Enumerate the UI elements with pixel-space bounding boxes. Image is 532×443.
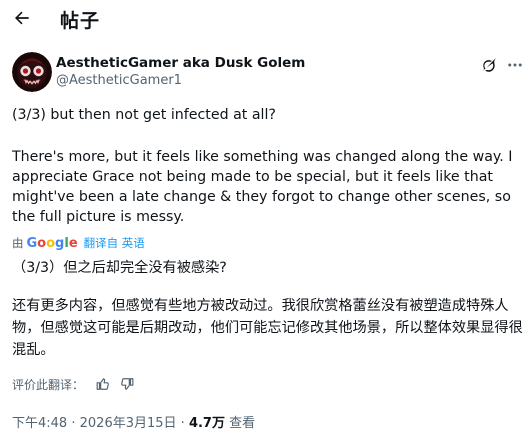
grok-icon xyxy=(481,57,496,72)
back-button[interactable] xyxy=(8,4,36,32)
top-bar: 帖子 xyxy=(0,0,532,40)
views-count-link[interactable]: 4.7万 查看 xyxy=(189,416,255,431)
rate-translation-row: 评价此翻译： xyxy=(12,375,136,393)
avatar[interactable] xyxy=(12,52,52,92)
post-text-paragraph: There's more, but it feels like somethin… xyxy=(12,149,513,225)
views-count: 4.7万 xyxy=(188,416,225,431)
views-label: 查看 xyxy=(229,416,256,431)
post-time[interactable]: 下午4:48 xyxy=(12,416,67,431)
post-text-line: (3/3) but then not get infected at all? xyxy=(12,107,276,123)
post-meta: 下午4:48 · 2026年3月15日 · 4.7万 查看 xyxy=(12,412,255,431)
thumbs-up-button[interactable] xyxy=(94,375,112,393)
translated-by-prefix: 由 xyxy=(12,236,24,250)
author-name[interactable]: AestheticGamer aka Dusk Golem xyxy=(56,55,305,71)
translated-text-paragraph: 还有更多内容，但感觉有些地方被改动过。我很欣赏格蕾丝没有被塑造成特殊人物，但感觉… xyxy=(12,298,523,358)
rate-translation-label: 评价此翻译： xyxy=(12,377,85,392)
thumbs-down-icon xyxy=(121,378,134,390)
google-logo: Google xyxy=(26,235,78,251)
more-button[interactable] xyxy=(504,54,526,76)
more-dots-icon xyxy=(508,63,522,67)
post-date[interactable]: 2026年3月15日 xyxy=(80,416,177,431)
page-title: 帖子 xyxy=(60,10,101,32)
author-handle[interactable]: @AestheticGamer1 xyxy=(56,73,182,88)
thumbs-down-button[interactable] xyxy=(118,375,136,393)
grok-button[interactable] xyxy=(477,54,499,76)
arrow-left-icon xyxy=(15,11,29,25)
avatar-image xyxy=(12,52,52,92)
translated-text-line: （3/3）但之后却完全没有被感染? xyxy=(12,260,227,276)
thumbs-up-icon xyxy=(96,378,109,390)
translation-source-link[interactable]: 翻译自 英语 xyxy=(84,235,145,251)
post-page: 帖子 AestheticGamer aka Dusk Golem @Aesthe… xyxy=(0,0,532,443)
translated-by: 由 Google 翻译自 英语 xyxy=(12,235,145,251)
meta-separator: · xyxy=(180,416,185,431)
meta-separator: · xyxy=(71,416,76,431)
